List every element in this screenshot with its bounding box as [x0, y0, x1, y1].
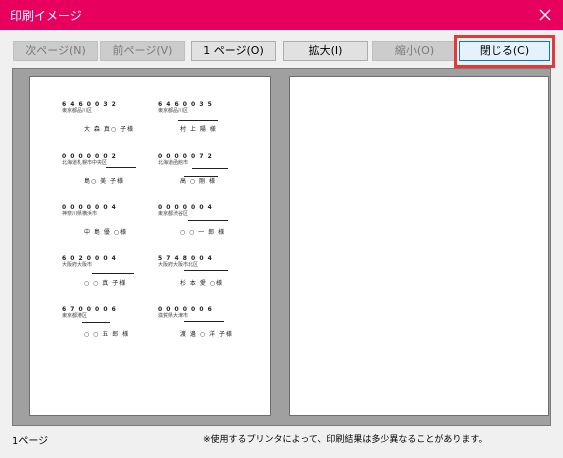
address-text: 滋賀県大津市: [158, 313, 189, 319]
page-status-label: 1ページ: [12, 436, 49, 447]
barcode-mark: [106, 167, 136, 168]
recipient-name: 村 上 陽 様: [180, 126, 217, 133]
recipient-name: ○ ○ 真 子様: [84, 280, 127, 287]
address-label: 6 7 0 0 0 0 6 東京都港区 ○ ○ 五 郎 様: [62, 307, 162, 351]
address-label: 6 4 6 0 0 3 5 東京都品川区 村 上 陽 様: [158, 102, 258, 146]
preview-page-1: 6 4 6 0 0 3 2 東京都品川区 大 森 真○ 子様 6 4 6 0 0…: [29, 76, 271, 416]
zoom-out-button[interactable]: 縮小(O): [372, 41, 457, 61]
recipient-name: 渡 邊 ○ 洋 子様: [180, 331, 233, 338]
recipient-name: 島○ 美 子様: [84, 178, 125, 185]
recipient-name: 大 森 真○ 子様: [84, 126, 134, 133]
address-text: 北海道函館市: [158, 160, 189, 166]
close-icon: [539, 9, 551, 21]
prev-page-button[interactable]: 前ページ(V): [100, 41, 185, 61]
page-indicator-button[interactable]: 1 ページ(O): [191, 41, 276, 61]
address-text: 東京都品川区: [158, 108, 189, 114]
barcode-mark: [82, 322, 110, 323]
address-text: 東京都港区: [62, 313, 88, 319]
title-bar: 印刷イメージ: [0, 0, 563, 30]
barcode-mark: [184, 176, 218, 177]
recipient-name: 中 島 優 ○様: [84, 229, 127, 236]
print-preview-area[interactable]: 6 4 6 0 0 3 2 東京都品川区 大 森 真○ 子様 6 4 6 0 0…: [12, 68, 551, 426]
window-title: 印刷イメージ: [10, 9, 82, 23]
recipient-name: ○ ○ 五 郎 様: [84, 331, 130, 338]
address-label: 0 0 0 0 0 0 4 神奈川県横浜市 中 島 優 ○様: [62, 205, 162, 249]
barcode-mark: [184, 321, 224, 322]
barcode-mark: [192, 168, 228, 169]
address-label: 0 0 0 0 0 0 6 滋賀県大津市 渡 邊 ○ 洋 子様: [158, 307, 258, 351]
recipient-name: 杉 本 愛 ○様: [180, 280, 223, 287]
preview-page-2: [289, 76, 549, 416]
address-label: 0 0 0 0 0 7 2 北海道函館市 高 ○ 剛 様: [158, 154, 258, 198]
address-text: 大阪府大阪市北区: [158, 262, 199, 268]
address-label: 0 0 0 0 0 0 4 東京都渋谷区 ○ ○ 一 郎 様: [158, 205, 258, 249]
recipient-name: ○ ○ 一 郎 様: [180, 229, 226, 236]
barcode-mark: [188, 220, 228, 221]
barcode-mark: [184, 270, 228, 271]
barcode-mark: [92, 273, 134, 274]
address-label: 6 4 6 0 0 3 2 東京都品川区 大 森 真○ 子様: [62, 102, 162, 146]
address-text: 大阪府大阪市: [62, 262, 93, 268]
close-window-button[interactable]: [527, 0, 563, 30]
barcode-mark: [178, 120, 218, 121]
address-text: 東京都品川区: [62, 108, 93, 114]
address-label: 0 0 0 0 0 0 2 北海道札幌市中央区 島○ 美 子様: [62, 154, 162, 198]
address-text: 北海道札幌市中央区: [62, 160, 108, 166]
recipient-name: 高 ○ 剛 様: [180, 178, 216, 185]
address-text: 東京都渋谷区: [158, 211, 189, 217]
address-label: 5 7 4 8 0 0 4 大阪府大阪市北区 杉 本 愛 ○様: [158, 256, 258, 300]
address-text: 神奈川県横浜市: [62, 211, 98, 217]
address-label: 6 0 2 0 0 0 4 大阪府大阪市 ○ ○ 真 子様: [62, 256, 162, 300]
zoom-in-button[interactable]: 拡大(I): [283, 41, 368, 61]
next-page-button[interactable]: 次ページ(N): [13, 41, 98, 61]
print-note: ※使用するプリンタによって、印刷結果は多少異なることがあります。: [203, 435, 488, 445]
close-button[interactable]: 閉じる(C): [459, 41, 550, 61]
